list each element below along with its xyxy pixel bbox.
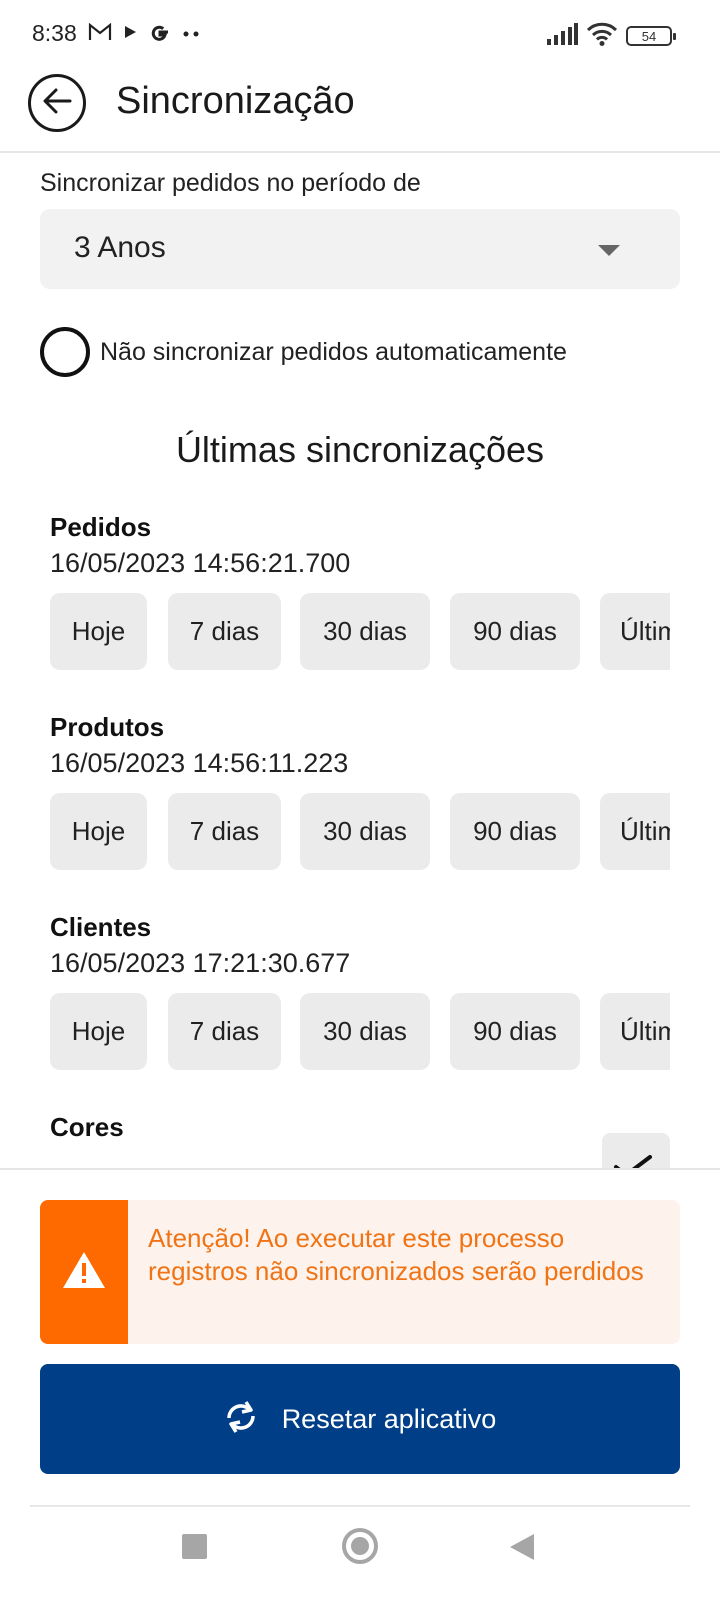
sync-entity-date: 16/05/2023 14:56:21.700	[50, 548, 351, 578]
home-icon[interactable]	[342, 1528, 378, 1564]
warning-triangle-icon	[61, 1250, 107, 1295]
warning-icon-panel	[40, 1200, 128, 1344]
recent-apps-icon[interactable]	[182, 1534, 207, 1559]
sync-entity-name: Produtos	[50, 712, 165, 742]
sync-chip-ultima[interactable]: Últim	[600, 993, 670, 1070]
caret-down-icon	[598, 245, 620, 256]
reset-app-label: Resetar aplicativo	[281, 1403, 497, 1434]
warning-text: Atenção! Ao executar este processo regis…	[148, 1223, 644, 1286]
app-bar: Sincronização	[0, 70, 720, 152]
sync-entity-clientes: Clientes 16/05/2023 17:21:30.677 Hoje 7 …	[50, 909, 670, 1071]
sync-entity-name: Cores	[50, 1112, 124, 1142]
no-auto-sync-option[interactable]: Não sincronizar pedidos automaticamente	[40, 327, 567, 377]
sync-chip-row: Hoje 7 dias 30 dias 90 dias Últim	[50, 793, 670, 871]
sync-settings-content[interactable]: Sincronizar pedidos no período de 3 Anos…	[0, 153, 720, 1169]
sync-entity-produtos: Produtos 16/05/2023 14:56:11.223 Hoje 7 …	[50, 709, 670, 871]
sync-check-button[interactable]	[602, 1133, 670, 1169]
reset-warning-banner: Atenção! Ao executar este processo regis…	[40, 1200, 680, 1344]
sync-entity-cores: Cores	[50, 1109, 670, 1145]
sync-entity-date: 16/05/2023 17:21:30.677	[50, 948, 351, 978]
more-dots-icon	[182, 25, 200, 43]
gmail-icon	[88, 22, 112, 47]
last-syncs-title: Últimas sincronizações	[175, 429, 545, 470]
footer-divider	[0, 1168, 720, 1170]
status-time: 8:38	[32, 20, 77, 46]
status-bar: 8:38 54	[0, 0, 720, 70]
sync-chip-30-dias[interactable]: 30 dias	[300, 593, 430, 670]
sync-chip-7-dias[interactable]: 7 dias	[168, 793, 281, 870]
sync-entity-name: Clientes	[50, 912, 152, 942]
sync-chip-7-dias[interactable]: 7 dias	[168, 593, 281, 670]
sync-chip-30-dias[interactable]: 30 dias	[300, 993, 430, 1070]
status-left-icons	[88, 20, 200, 48]
sync-entity-pedidos: Pedidos 16/05/2023 14:56:21.700 Hoje 7 d…	[50, 509, 670, 671]
sync-icon	[224, 1398, 258, 1441]
sync-chip-hoje[interactable]: Hoje	[50, 593, 147, 670]
sync-chip-row: Hoje 7 dias 30 dias 90 dias Últim	[50, 593, 670, 671]
page-title: Sincronização	[116, 80, 355, 122]
google-icon	[148, 20, 172, 49]
status-right-icons: 54	[546, 22, 676, 51]
sync-chip-90-dias[interactable]: 90 dias	[450, 793, 580, 870]
sync-entity-name: Pedidos	[50, 512, 152, 542]
period-dropdown[interactable]: 3 Anos	[40, 209, 680, 289]
period-label: Sincronizar pedidos no período de	[40, 169, 421, 197]
sync-chip-7-dias[interactable]: 7 dias	[168, 993, 281, 1070]
sync-chip-ultima[interactable]: Últim	[600, 593, 670, 670]
sync-entity-date: 16/05/2023 14:56:11.223	[50, 748, 349, 778]
battery-icon: 54	[626, 26, 676, 46]
sync-chip-hoje[interactable]: Hoje	[50, 793, 147, 870]
no-auto-sync-radio[interactable]	[40, 327, 90, 377]
sync-chip-90-dias[interactable]: 90 dias	[450, 993, 580, 1070]
sync-chip-30-dias[interactable]: 30 dias	[300, 793, 430, 870]
sync-chip-90-dias[interactable]: 90 dias	[450, 593, 580, 670]
sync-chip-ultima[interactable]: Últim	[600, 793, 670, 870]
reset-app-button[interactable]: Resetar aplicativo	[40, 1364, 680, 1474]
back-button[interactable]	[28, 74, 86, 132]
arrow-left-icon	[42, 88, 72, 119]
sync-chip-hoje[interactable]: Hoje	[50, 993, 147, 1070]
play-icon	[122, 24, 138, 45]
sync-chip-row: Hoje 7 dias 30 dias 90 dias Últim	[50, 993, 670, 1071]
nav-back-icon[interactable]	[510, 1534, 534, 1560]
system-nav-bar	[0, 1507, 720, 1600]
signal-icon	[546, 22, 578, 50]
period-dropdown-value: 3 Anos	[74, 231, 166, 264]
wifi-icon	[586, 22, 618, 51]
no-auto-sync-label: Não sincronizar pedidos automaticamente	[100, 337, 567, 366]
